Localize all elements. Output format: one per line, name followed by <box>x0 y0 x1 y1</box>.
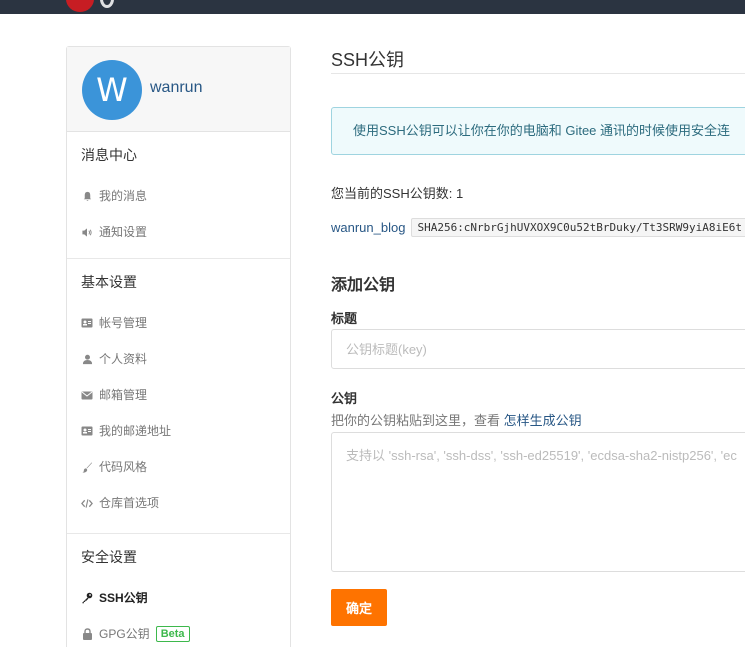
settings-sidebar: W wanrun 消息中心 我的消息 通知设置 基本设置 帐号管理 个人资料 邮… <box>66 46 291 647</box>
ssh-key-fingerprint: SHA256:cNrbrGjhUVXOX9C0u52tBrDuky/Tt3SRW… <box>411 218 745 237</box>
sidebar-item-gpg-keys[interactable]: GPG公钥 Beta <box>67 616 290 647</box>
username[interactable]: wanrun <box>150 79 202 97</box>
sidebar-item-email[interactable]: 邮箱管理 <box>67 377 290 413</box>
ssh-key-name[interactable]: wanrun_blog <box>331 220 405 235</box>
envelope-icon <box>81 389 93 401</box>
submit-button[interactable]: 确定 <box>331 589 387 626</box>
sidebar-item-label: 通知设置 <box>99 225 148 239</box>
speaker-icon <box>81 226 93 238</box>
sidebar-item-label: GPG公钥 <box>99 627 150 641</box>
sidebar-item-repo-preferences[interactable]: 仓库首选项 <box>67 485 290 521</box>
bell-icon <box>81 190 93 202</box>
group-title-basic: 基本设置 <box>81 274 137 290</box>
sidebar-item-label: 我的消息 <box>99 189 148 203</box>
sidebar-item-label: 邮箱管理 <box>99 388 148 402</box>
sidebar-item-label: 我的邮递地址 <box>99 424 172 438</box>
sidebar-item-my-messages[interactable]: 我的消息 <box>67 178 290 214</box>
key-count: 您当前的SSH公钥数: 1 <box>331 186 464 201</box>
group-title-messages: 消息中心 <box>81 147 137 163</box>
title-field-wrapper <box>331 329 745 369</box>
public-key-textarea[interactable] <box>332 433 745 571</box>
key-title-input[interactable] <box>332 330 745 368</box>
title-label: 标题 <box>331 311 358 326</box>
lock-icon <box>81 628 93 640</box>
id-card-icon <box>81 425 93 437</box>
info-box: 使用SSH公钥可以让你在你的电脑和 Gitee 通讯的时候使用安全连 <box>331 107 745 155</box>
sidebar-item-label: SSH公钥 <box>99 591 148 605</box>
title-divider <box>331 73 745 74</box>
sidebar-item-profile[interactable]: 个人资料 <box>67 341 290 377</box>
key-icon <box>81 592 93 604</box>
key-field-wrapper <box>331 432 745 572</box>
page-title: SSH公钥 <box>331 50 405 70</box>
gitee-logo-icon[interactable] <box>66 0 94 12</box>
add-key-heading: 添加公钥 <box>331 277 396 294</box>
brush-icon <box>81 461 93 473</box>
avatar[interactable]: W <box>82 60 142 120</box>
sidebar-item-code-style[interactable]: 代码风格 <box>67 449 290 485</box>
group-title-security: 安全设置 <box>81 549 137 565</box>
sidebar-item-notification-settings[interactable]: 通知设置 <box>67 214 290 250</box>
sidebar-item-label: 帐号管理 <box>99 316 148 330</box>
sidebar-item-label: 个人资料 <box>99 352 148 366</box>
how-to-generate-link[interactable]: 怎样生成公钥 <box>504 413 582 428</box>
gitee-wordmark-icon <box>100 0 114 8</box>
hint-text: 把你的公钥粘贴到这里，查看 <box>331 413 501 428</box>
code-icon <box>81 497 93 509</box>
key-hint: 把你的公钥粘贴到这里，查看 怎样生成公钥 <box>331 410 582 429</box>
sidebar-item-mailing-address[interactable]: 我的邮递地址 <box>67 413 290 449</box>
id-card-icon <box>81 317 93 329</box>
beta-badge: Beta <box>155 626 190 642</box>
user-icon <box>81 353 93 365</box>
sidebar-item-account[interactable]: 帐号管理 <box>67 305 290 341</box>
sidebar-item-label: 代码风格 <box>99 460 148 474</box>
sidebar-item-label: 仓库首选项 <box>99 496 160 510</box>
top-navbar <box>0 0 745 14</box>
ssh-key-row: wanrun_blog SHA256:cNrbrGjhUVXOX9C0u52tB… <box>331 218 745 237</box>
sidebar-item-ssh-keys[interactable]: SSH公钥 <box>67 580 290 616</box>
profile-header: W wanrun <box>67 47 290 132</box>
key-label: 公钥 <box>331 391 358 406</box>
